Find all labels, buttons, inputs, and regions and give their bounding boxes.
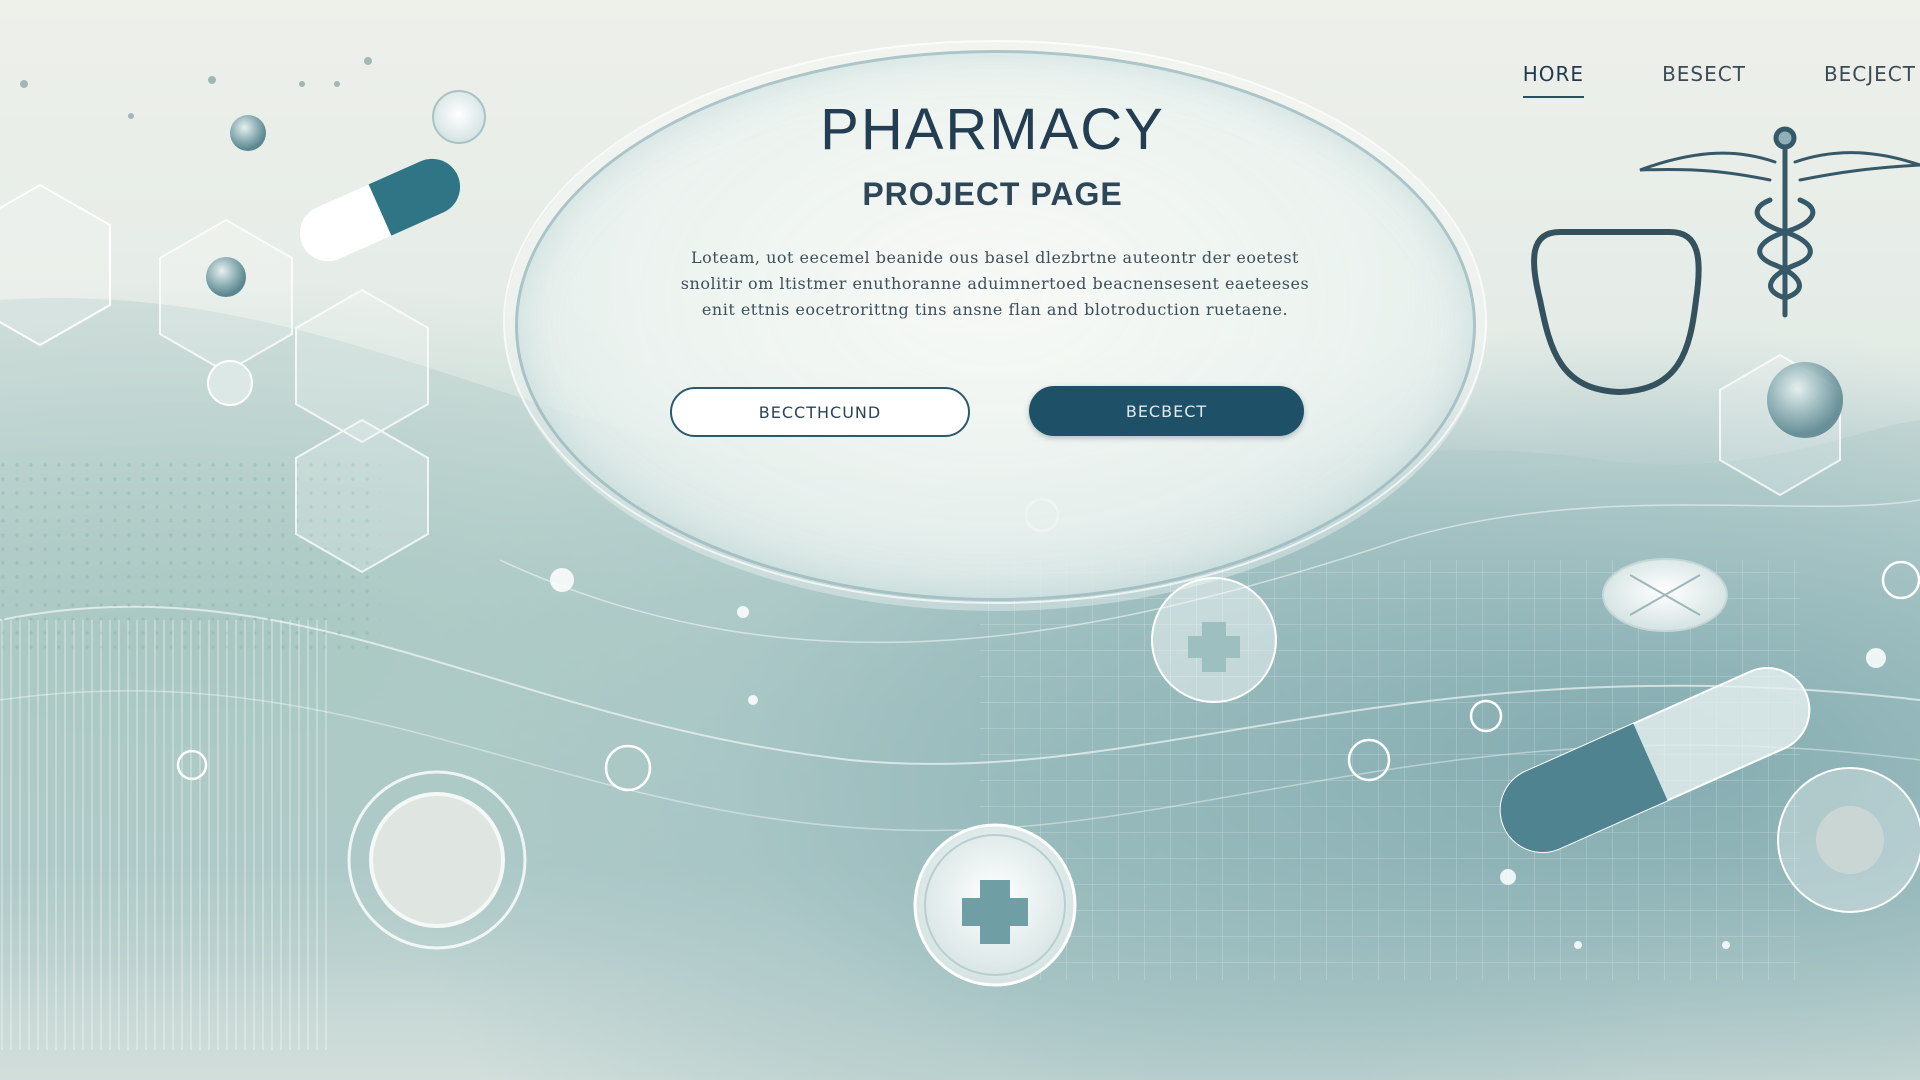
stethoscope-icon bbox=[1531, 229, 1702, 396]
page-title: PHARMACY bbox=[820, 97, 1165, 162]
top-navigation: HORE BESECT BECJECT bbox=[1522, 62, 1920, 98]
hero-description: Loteam, uot eecemel beanide ous basel dl… bbox=[680, 248, 1310, 319]
nav-item-3[interactable]: BECJECT bbox=[1824, 62, 1916, 98]
nav-item-2[interactable]: BESECT bbox=[1662, 62, 1746, 98]
primary-outline-button[interactable]: BECCTHCUND bbox=[670, 387, 970, 437]
nav-item-home[interactable]: HORE bbox=[1522, 62, 1585, 98]
page-subtitle: PROJECT PAGE bbox=[862, 176, 1123, 212]
caduceus-icon bbox=[1639, 126, 1920, 318]
secondary-solid-button[interactable]: BECBECT bbox=[1029, 386, 1304, 436]
